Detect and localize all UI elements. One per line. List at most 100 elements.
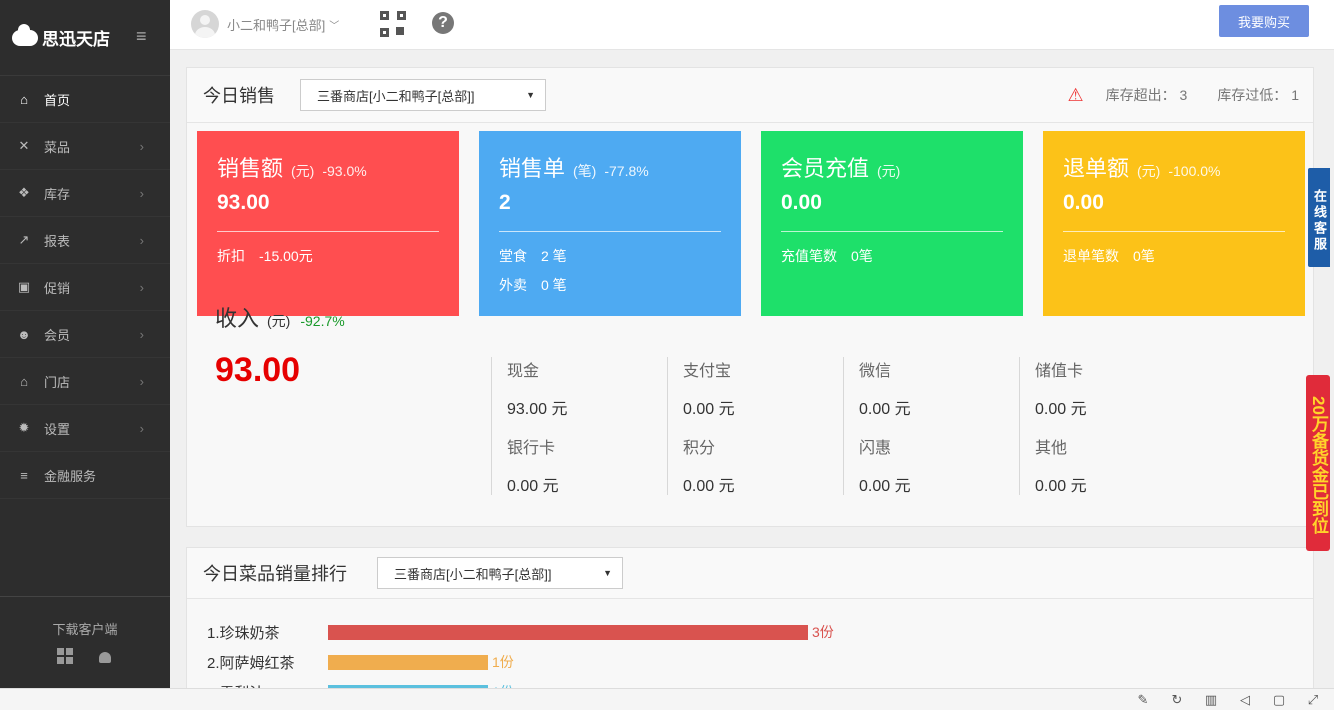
payment-name: 银行卡 <box>507 440 556 457</box>
income-unit: (元) <box>267 313 291 329</box>
top-bar: 小二和鸭子[总部] ﹀ ? 我要购买 <box>170 0 1334 50</box>
hamburger-menu-icon[interactable]: ≡ <box>136 26 147 47</box>
home-icon: ⌂ <box>20 91 28 107</box>
chevron-right-icon: › <box>139 185 144 201</box>
sidebar-item-label: 促销 <box>44 280 71 296</box>
status-bar: ✎ ↻ ▥ ◁ ▢ ⤢ <box>0 688 1334 710</box>
bank-icon: ⌂ <box>20 373 28 389</box>
caret-down-icon: ▼ <box>603 568 612 578</box>
payment-column: 现金 93.00 元银行卡 0.00 元 <box>491 357 667 495</box>
ranking-row: 3.雪梨汁1份 <box>207 677 1313 688</box>
card-row: 堂食 2 笔 <box>499 248 567 264</box>
download-client-label: 下载客户端 <box>52 622 118 637</box>
boxes-icon: ❖ <box>18 185 30 200</box>
sidebar-item-6[interactable]: ⌂ 门店 › <box>0 358 170 405</box>
sidebar-item-7[interactable]: ✹ 设置 › <box>0 405 170 452</box>
payment-value: 0.00 元 <box>1035 401 1087 418</box>
payment-name: 闪惠 <box>859 440 892 457</box>
card-title: 会员充值 <box>781 156 870 181</box>
stock-low[interactable]: 库存过低： 1 <box>1217 85 1299 105</box>
sidebar-item-8[interactable]: ≡ 金融服务 <box>0 452 170 499</box>
trash-icon[interactable]: ▥ <box>1204 692 1218 708</box>
payment-name: 储值卡 <box>1035 363 1084 380</box>
sidebar-item-3[interactable]: ↗ 报表 › <box>0 217 170 264</box>
avatar <box>191 10 219 38</box>
payment-value: 0.00 元 <box>1035 478 1087 495</box>
card-row: 退单笔数 0笔 <box>1063 248 1155 264</box>
line-chart-icon: ↗ <box>18 232 30 247</box>
gift-icon: ▣ <box>17 279 31 294</box>
user-menu[interactable]: 小二和鸭子[总部] ﹀ <box>191 10 339 38</box>
chevron-right-icon: › <box>139 138 144 154</box>
windows-icon[interactable] <box>57 648 73 664</box>
users-icon: ☻ <box>17 326 31 342</box>
payment-value: 0.00 元 <box>507 478 559 495</box>
buy-button[interactable]: 我要购买 <box>1219 5 1309 37</box>
sidebar-item-1[interactable]: ✕ 菜品 › <box>0 123 170 170</box>
chevron-down-icon: ﹀ <box>329 20 340 32</box>
sales-card-2: 会员充值 (元) 0.00 充值笔数 0笔 <box>761 131 1023 316</box>
fullscreen-icon[interactable]: ⤢ <box>1306 692 1320 708</box>
card-divider <box>217 231 439 232</box>
download-client: 下载客户端 <box>0 596 170 688</box>
speaker-icon[interactable]: ◁ <box>1238 692 1252 708</box>
sales-cards: 销售额 (元) -93.0% 93.00 折扣 -15.00元 销售单 (笔) -77.8% 2 堂… <box>197 131 1305 316</box>
dish-name: 1.珍珠奶茶 <box>207 624 280 642</box>
sidebar-item-label: 菜品 <box>44 139 71 155</box>
sidebar-item-4[interactable]: ▣ 促销 › <box>0 264 170 311</box>
ranking-store-select[interactable]: 三番商店[小二和鸭子[总部]] ▼ <box>377 557 623 589</box>
store-select-value: 三番商店[小二和鸭子[总部]] <box>317 88 475 104</box>
store-select[interactable]: 三番商店[小二和鸭子[总部]] ▼ <box>300 79 546 111</box>
sidebar-item-0[interactable]: ⌂ 首页 <box>0 76 170 123</box>
payment-name: 微信 <box>859 363 892 380</box>
card-pct: -100.0% <box>1168 163 1221 179</box>
chevron-right-icon: › <box>139 420 144 436</box>
stock-over[interactable]: 库存超出： 3 <box>1106 85 1188 105</box>
android-icon[interactable] <box>97 648 113 664</box>
card-value: 0.00 <box>1063 191 1104 214</box>
ranking-bar <box>328 654 488 670</box>
ranking-list: 1.珍珠奶茶 3份 2.阿萨姆红茶 1份 3.雪梨汁1份 <box>187 599 1313 688</box>
payment-column: 支付宝 0.00 元积分 0.00 元 <box>667 357 843 495</box>
panel-title: 今日销售 <box>203 86 275 106</box>
gear-icon: ✹ <box>18 420 30 435</box>
cloud-logo-icon <box>12 23 38 46</box>
card-unit: (笔) <box>573 163 597 179</box>
payment-name: 其他 <box>1035 440 1068 457</box>
payment-value: 0.00 元 <box>683 478 735 495</box>
sidebar: 思迅天店 ≡ ⌂ 首页 ✕ 菜品 › ❖ 库存 › ↗ 报表 › ▣ 促销 › ☻ 会员 › ⌂ 门店 › ✹ 设置 › ≡ 金… <box>0 0 170 688</box>
card-title: 销售额 <box>217 156 284 181</box>
ranking-bar <box>328 624 808 640</box>
ranking-row: 1.珍珠奶茶 3份 <box>207 617 1313 647</box>
logo[interactable]: 思迅天店 <box>12 23 110 50</box>
card-title: 销售单 <box>499 156 566 181</box>
online-service-tab[interactable]: 在线客服 <box>1308 168 1330 267</box>
card-divider <box>499 231 721 232</box>
card-value: 93.00 <box>217 191 270 214</box>
stock-alerts: ⚠ 库存超出： 3 库存过低： 1 <box>1067 85 1299 106</box>
ranking-count: 3份 <box>812 624 834 640</box>
income-value: 93.00 <box>215 351 301 389</box>
payment-name: 积分 <box>683 440 716 457</box>
today-sales-panel: 今日销售 三番商店[小二和鸭子[总部]] ▼ ⚠ 库存超出： 3 库存过低： 1… <box>186 67 1314 527</box>
card-unit: (元) <box>291 163 315 179</box>
dish-name: 2.阿萨姆红茶 <box>207 654 295 672</box>
sidebar-item-label: 库存 <box>44 186 71 202</box>
income-title: 收入 <box>215 306 260 331</box>
payment-value: 0.00 元 <box>859 401 911 418</box>
database-icon: ≡ <box>20 467 28 483</box>
card-row: 充值笔数 0笔 <box>781 248 873 264</box>
sidebar-item-2[interactable]: ❖ 库存 › <box>0 170 170 217</box>
help-icon[interactable]: ? <box>432 12 454 34</box>
sales-card-1: 销售单 (笔) -77.8% 2 堂食 2 笔外卖 0 笔 <box>479 131 741 316</box>
pin-icon[interactable]: ✎ <box>1136 692 1150 708</box>
card-divider <box>781 231 1003 232</box>
refresh-icon[interactable]: ↻ <box>1170 692 1184 708</box>
sidebar-item-5[interactable]: ☻ 会员 › <box>0 311 170 358</box>
promo-ad-tab[interactable]: 20万备货金已到位 <box>1306 375 1330 551</box>
qr-code-icon[interactable] <box>380 11 406 37</box>
payment-column: 储值卡 0.00 元其他 0.00 元 <box>1019 357 1195 495</box>
window-icon[interactable]: ▢ <box>1272 692 1286 708</box>
card-unit: (元) <box>1137 163 1161 179</box>
caret-down-icon: ▼ <box>526 90 535 100</box>
